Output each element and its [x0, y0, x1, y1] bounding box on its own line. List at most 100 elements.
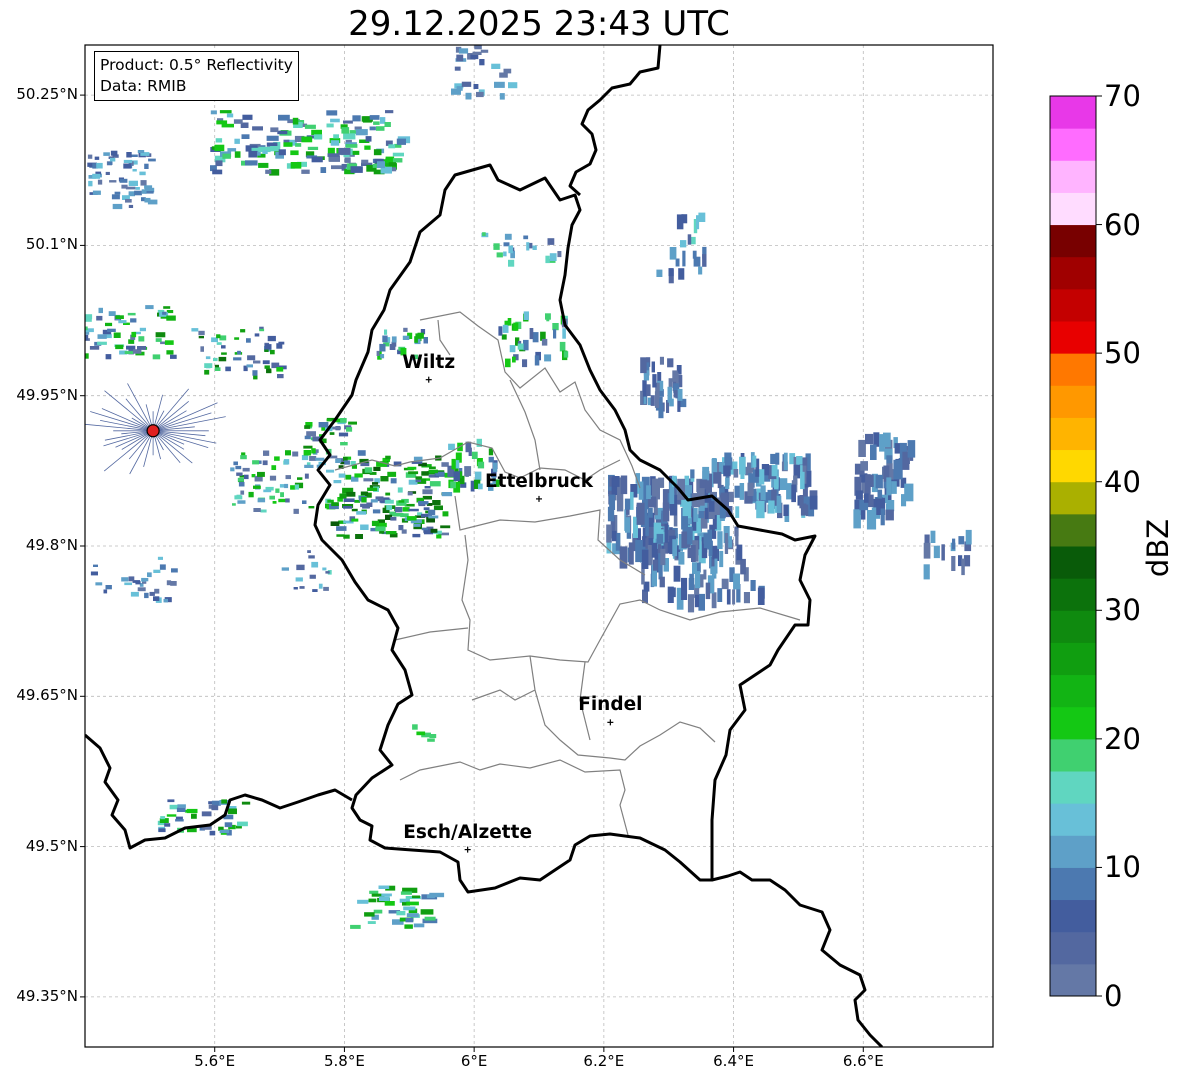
- echo-cell: [137, 587, 146, 592]
- echo-cell: [285, 475, 291, 480]
- echo-cell: [417, 332, 424, 339]
- echo-cell: [796, 456, 803, 465]
- echo-cell: [166, 814, 177, 817]
- echo-cell: [505, 358, 511, 368]
- echo-cell: [166, 315, 176, 321]
- colorbar-tick-label: 40: [1104, 464, 1141, 499]
- echo-cell: [210, 110, 217, 115]
- echo-cell: [893, 459, 903, 480]
- echo-cell: [640, 357, 647, 374]
- echo-cell: [396, 138, 406, 145]
- echo-cell: [494, 81, 505, 88]
- echo-cell: [404, 924, 413, 929]
- echo-cell: [227, 808, 237, 815]
- echo-cell: [346, 491, 356, 497]
- echo-cell: [144, 197, 151, 203]
- echo-cell: [750, 580, 756, 591]
- echo-cell: [512, 356, 516, 363]
- echo-cell: [296, 564, 305, 571]
- echo-cell: [891, 481, 897, 494]
- echo-cell: [335, 458, 342, 463]
- echo-cell: [681, 577, 688, 600]
- echo-cell: [364, 145, 371, 150]
- echo-cell: [407, 491, 413, 496]
- radar-site-dot: [146, 424, 160, 438]
- echo-cell: [740, 558, 746, 575]
- echo-cell: [733, 573, 740, 590]
- echo-cell: [128, 180, 138, 186]
- echo-cell: [363, 478, 374, 482]
- echo-cell: [368, 898, 377, 903]
- echo-cell: [385, 455, 391, 460]
- echo-cell: [326, 418, 332, 422]
- echo-cell: [428, 469, 438, 474]
- echo-cell: [472, 51, 482, 55]
- echo-cell: [473, 84, 479, 89]
- echo-cell: [508, 82, 518, 89]
- echo-cell: [119, 178, 128, 183]
- echo-cell: [369, 890, 379, 894]
- echo-cell: [687, 234, 692, 245]
- echo-cell: [115, 315, 124, 319]
- echo-cell: [111, 194, 120, 200]
- echo-cell: [407, 466, 417, 470]
- echo-cell: [309, 574, 316, 579]
- echo-cell: [507, 318, 512, 326]
- echo-cell: [553, 329, 557, 339]
- colorbar-label: dBZ: [1141, 518, 1175, 578]
- echo-cell: [304, 124, 316, 129]
- echo-cell: [686, 527, 693, 545]
- echo-cell: [293, 587, 298, 590]
- echo-cell: [430, 528, 438, 533]
- echo-cell: [301, 169, 310, 174]
- echo-cell: [224, 822, 233, 828]
- echo-cell: [493, 243, 500, 250]
- echo-cell: [253, 508, 261, 512]
- echo-cell: [130, 318, 137, 323]
- echo-cell: [389, 343, 396, 350]
- echo-cell: [221, 345, 226, 349]
- echo-cell: [534, 355, 540, 366]
- echo-cell: [526, 242, 530, 251]
- echo-cell: [262, 360, 270, 365]
- echo-cell: [528, 242, 533, 249]
- echo-cell: [866, 510, 877, 530]
- echo-cell: [121, 577, 129, 582]
- echo-cell: [278, 498, 287, 503]
- echo-cell: [756, 501, 765, 519]
- echo-cell: [800, 471, 805, 490]
- echo-cell: [355, 534, 363, 539]
- echo-cell: [739, 456, 746, 475]
- echo-cell: [736, 544, 743, 561]
- echo-cell: [427, 738, 435, 742]
- echo-cell: [885, 509, 894, 521]
- colorbar-segment: [1050, 899, 1096, 933]
- echo-cell: [354, 473, 363, 478]
- colorbar-segment: [1050, 385, 1096, 418]
- echo-cell: [607, 506, 615, 522]
- colorbar-tick-label: 30: [1104, 593, 1141, 628]
- echo-cell: [167, 799, 175, 803]
- echo-cell: [456, 54, 464, 62]
- echo-cell: [441, 492, 453, 497]
- echo-cell: [413, 923, 425, 928]
- echo-cell: [480, 49, 489, 53]
- echo-cell: [513, 322, 519, 331]
- echo-cell: [219, 110, 232, 114]
- city-label: Esch/Alzette: [403, 821, 533, 843]
- echo-cell: [338, 473, 346, 478]
- echo-cell: [233, 357, 242, 361]
- echo-cell: [115, 344, 124, 350]
- echo-cell: [123, 163, 131, 169]
- echo-cell: [164, 823, 171, 827]
- echo-cell: [204, 363, 213, 368]
- echo-cell: [144, 163, 149, 169]
- product-label: Product: 0.5° Reflectivity: [100, 56, 293, 74]
- echo-cell: [233, 119, 243, 124]
- echo-cell: [158, 828, 166, 833]
- echo-cell: [259, 328, 265, 332]
- echo-cell: [606, 524, 612, 543]
- echo-cell: [451, 458, 456, 470]
- echo-cell: [499, 93, 505, 100]
- echo-cell: [930, 530, 936, 543]
